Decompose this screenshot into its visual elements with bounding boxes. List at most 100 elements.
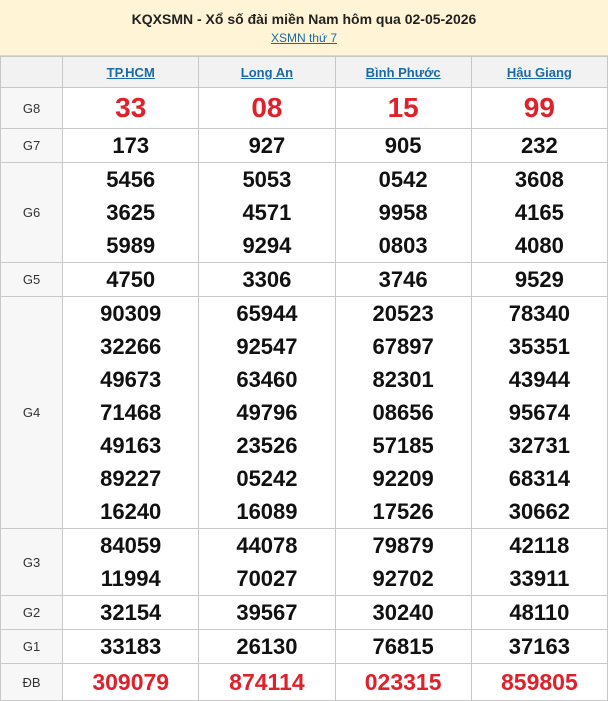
result-number: 67897 — [372, 334, 434, 359]
result-cell: 023315 — [334, 663, 472, 701]
result-number: 76815 — [372, 634, 434, 659]
result-number: 49673 — [100, 367, 162, 392]
result-cell: 99 — [470, 87, 608, 129]
province-link-hau-giang[interactable]: Hậu Giang — [507, 65, 572, 80]
result-cell: 0542 9958 0803 — [334, 162, 472, 263]
province-link-long-an[interactable]: Long An — [241, 65, 293, 80]
result-number: 5053 — [242, 167, 292, 192]
result-number: 4750 — [106, 267, 156, 292]
result-number: 92547 — [236, 334, 298, 359]
result-number: 92209 — [372, 466, 434, 491]
prize-row: G7 173 927 905 232 — [0, 128, 608, 163]
result-number: 859805 — [501, 669, 578, 695]
prize-row: G8 33 08 15 99 — [0, 87, 608, 129]
result-number: 49163 — [100, 433, 162, 458]
prize-row: G4 90309 32266 49673 71468 49163 89227 16240 659… — [0, 296, 608, 529]
province-link-tphcm[interactable]: TP.HCM — [107, 65, 155, 80]
prize-label: G3 — [0, 528, 64, 596]
prize-row: G2 32154 39567 30240 48110 — [0, 595, 608, 630]
result-number: 89227 — [100, 466, 162, 491]
result-cell: 48110 — [470, 595, 608, 630]
result-number: 16089 — [236, 499, 298, 524]
result-cell: 37163 — [470, 629, 608, 664]
result-cell: 859805 — [470, 663, 608, 701]
result-number: 023315 — [364, 669, 442, 695]
province-link-binh-phuoc[interactable]: Bình Phước — [366, 65, 441, 80]
result-cell: 309079 — [62, 663, 200, 701]
result-cell: 874114 — [198, 663, 336, 701]
results-body: G8 33 08 15 99 G7 173 927 905 232 G6 5456 3625 5989 50… — [0, 87, 608, 701]
result-cell: 5053 4571 9294 — [198, 162, 336, 263]
result-number: 92702 — [372, 566, 434, 591]
prize-label: ĐB — [0, 663, 64, 701]
result-cell: 20523 67897 82301 08656 57185 92209 17526 — [334, 296, 472, 529]
result-number: 9294 — [242, 233, 292, 258]
prize-row: ĐB 309079 874114 023315 859805 — [0, 663, 608, 701]
province-header[interactable]: TP.HCM — [62, 56, 200, 88]
result-number: 71468 — [100, 400, 162, 425]
province-header[interactable]: Bình Phước — [334, 56, 472, 88]
prize-label: G4 — [0, 296, 64, 529]
result-number: 5456 — [106, 167, 156, 192]
result-cell: 65944 92547 63460 49796 23526 05242 16089 — [198, 296, 336, 529]
result-number: 4080 — [514, 233, 564, 258]
xsmn-day-link[interactable]: XSMN thứ 7 — [271, 30, 337, 46]
province-header[interactable]: Long An — [198, 56, 336, 88]
result-number: 35351 — [508, 334, 570, 359]
result-number: 17526 — [372, 499, 434, 524]
result-cell: 15 — [334, 87, 472, 129]
result-number: 232 — [521, 133, 558, 158]
result-number: 82301 — [372, 367, 434, 392]
result-cell: 42118 33911 — [470, 528, 608, 596]
result-cell: 5456 3625 5989 — [62, 162, 200, 263]
result-number: 95674 — [508, 400, 570, 425]
prize-label: G1 — [0, 629, 64, 664]
result-cell: 232 — [470, 128, 608, 163]
result-number: 4165 — [514, 200, 564, 225]
prize-label: G6 — [0, 162, 64, 263]
result-number: 79879 — [372, 533, 434, 558]
result-number: 4571 — [242, 200, 292, 225]
result-number: 39567 — [236, 600, 298, 625]
result-cell: 79879 92702 — [334, 528, 472, 596]
result-number: 15 — [387, 92, 419, 123]
prize-row: G6 5456 3625 5989 5053 4571 9294 0542 9958 0803 36… — [0, 162, 608, 263]
result-number: 16240 — [100, 499, 162, 524]
result-number: 32731 — [508, 433, 570, 458]
prize-label: G8 — [0, 87, 64, 129]
result-number: 23526 — [236, 433, 298, 458]
result-number: 3746 — [378, 267, 428, 292]
prize-label: G5 — [0, 262, 64, 297]
result-number: 44078 — [236, 533, 298, 558]
result-number: 30240 — [372, 600, 434, 625]
result-cell: 32154 — [62, 595, 200, 630]
result-cell: 3306 — [198, 262, 336, 297]
result-number: 3625 — [106, 200, 156, 225]
page-title: KQXSMN - Xổ số đài miền Nam hôm qua 02-0… — [131, 11, 477, 27]
result-number: 3608 — [514, 167, 564, 192]
result-cell: 30240 — [334, 595, 472, 630]
province-header[interactable]: Hậu Giang — [470, 56, 608, 88]
result-cell: 90309 32266 49673 71468 49163 89227 16240 — [62, 296, 200, 529]
result-cell: 39567 — [198, 595, 336, 630]
result-cell: 927 — [198, 128, 336, 163]
result-number: 9529 — [514, 267, 564, 292]
result-cell: 84059 11994 — [62, 528, 200, 596]
result-number: 26130 — [236, 634, 298, 659]
prize-row: G1 33183 26130 76815 37163 — [0, 629, 608, 664]
result-number: 30662 — [508, 499, 570, 524]
result-number: 309079 — [92, 669, 170, 695]
prize-label: G7 — [0, 128, 64, 163]
result-number: 11994 — [100, 566, 161, 591]
result-number: 37163 — [508, 634, 570, 659]
result-cell: 3608 4165 4080 — [470, 162, 608, 263]
prize-row: G5 4750 3306 3746 9529 — [0, 262, 608, 297]
result-number: 68314 — [508, 466, 570, 491]
result-cell: 33183 — [62, 629, 200, 664]
result-cell: 26130 — [198, 629, 336, 664]
result-cell: 173 — [62, 128, 200, 163]
result-number: 57185 — [372, 433, 434, 458]
result-cell: 4750 — [62, 262, 200, 297]
result-number: 874114 — [229, 669, 305, 695]
result-number: 33 — [115, 92, 147, 123]
